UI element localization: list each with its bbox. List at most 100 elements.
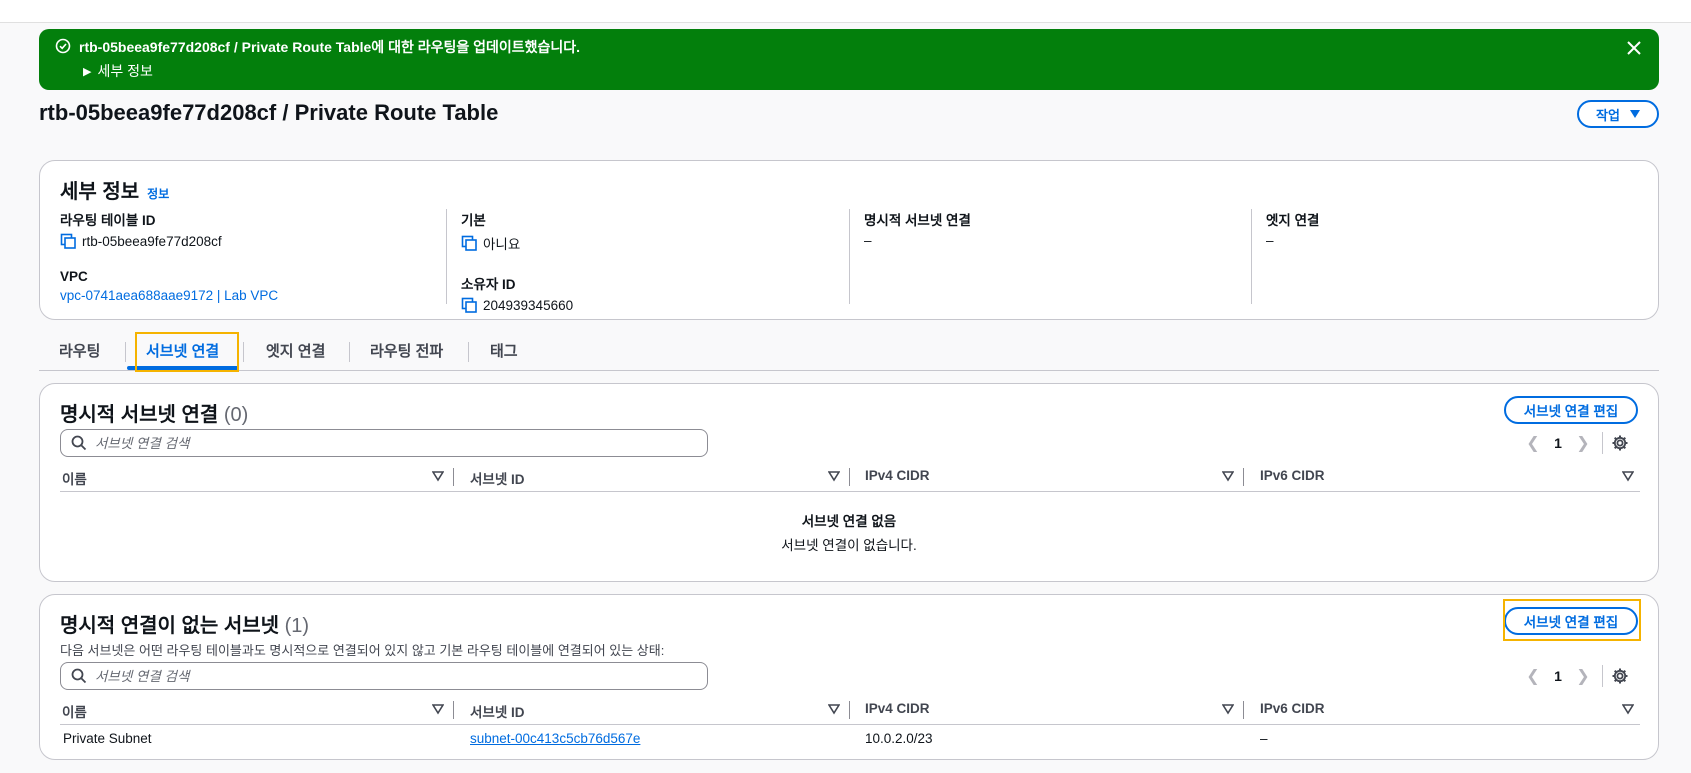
row-name: Private Subnet bbox=[63, 731, 152, 746]
main-label: 기본 bbox=[461, 213, 486, 228]
explicit-search-input[interactable] bbox=[95, 435, 675, 451]
implicit-search-box[interactable] bbox=[60, 662, 708, 690]
success-flashbar: rtb-05beea9fe77d208cf / Private Route Ta… bbox=[39, 29, 1659, 90]
route-table-id-value: rtb-05beea9fe77d208cf bbox=[82, 233, 222, 249]
col-ipv6-cidr: IPv6 CIDR bbox=[1260, 468, 1325, 483]
explicit-table-header: 이름 서브넷 ID IPv4 CIDR IPv6 CIDR bbox=[60, 464, 1640, 492]
edit-button-highlight-box bbox=[1503, 599, 1641, 641]
search-icon bbox=[71, 668, 87, 684]
sort-icon[interactable] bbox=[828, 703, 840, 715]
edge-assoc-value: – bbox=[1266, 233, 1274, 248]
details-col-4: 엣지 연결 – bbox=[1251, 209, 1641, 304]
copy-icon[interactable] bbox=[60, 233, 76, 249]
gear-icon[interactable] bbox=[1611, 667, 1629, 685]
edge-assoc-label: 엣지 연결 bbox=[1266, 213, 1320, 228]
tab-edge-associations[interactable]: 엣지 연결 bbox=[266, 340, 325, 361]
col-divider bbox=[1243, 468, 1244, 486]
sort-icon[interactable] bbox=[1622, 703, 1634, 715]
chevron-left-icon[interactable]: ❮ bbox=[1520, 432, 1546, 454]
tab-divider bbox=[125, 342, 126, 362]
flash-message: rtb-05beea9fe77d208cf / Private Route Ta… bbox=[79, 39, 581, 55]
vpc-label: VPC bbox=[60, 269, 88, 284]
flash-details-label: 세부 정보 bbox=[97, 63, 153, 79]
row-ipv6-cidr: – bbox=[1260, 731, 1268, 746]
chevron-left-icon[interactable]: ❮ bbox=[1520, 665, 1546, 687]
actions-label: 작업 bbox=[1596, 107, 1620, 123]
caret-right-icon: ▶ bbox=[83, 65, 92, 78]
col-subnet-id: 서브넷 ID bbox=[470, 705, 525, 720]
tab-divider bbox=[349, 342, 350, 362]
tab-divider bbox=[468, 342, 469, 362]
vpc-link[interactable]: vpc-0741aea688aae9172 | Lab VPC bbox=[60, 288, 278, 303]
explicit-search-box[interactable] bbox=[60, 429, 708, 457]
explicit-section-title-text: 명시적 서브넷 연결 bbox=[60, 404, 219, 426]
owner-value: 204939345660 bbox=[483, 297, 574, 313]
sort-icon[interactable] bbox=[432, 703, 444, 715]
row-subnet-id-link[interactable]: subnet-00c413c5cb76d567e bbox=[470, 731, 640, 746]
col-divider bbox=[453, 468, 454, 486]
implicit-search-input[interactable] bbox=[95, 668, 675, 684]
pager-divider bbox=[1602, 665, 1603, 687]
caret-down-icon bbox=[1629, 110, 1640, 118]
tab-tags[interactable]: 태그 bbox=[490, 340, 518, 361]
col-ipv4-cidr: IPv4 CIDR bbox=[865, 701, 930, 716]
page-title: rtb-05beea9fe77d208cf / Private Route Ta… bbox=[39, 100, 499, 125]
details-heading: 세부 정보 bbox=[60, 181, 140, 203]
copy-icon[interactable] bbox=[461, 297, 477, 313]
success-check-icon bbox=[55, 38, 71, 54]
top-bar bbox=[0, 0, 1691, 23]
tab-routes[interactable]: 라우팅 bbox=[59, 340, 100, 361]
explicit-section-title: 명시적 서브넷 연결 (0) bbox=[60, 398, 248, 427]
route-table-id-label: 라우팅 테이블 ID bbox=[60, 213, 156, 228]
col-divider bbox=[849, 468, 850, 486]
main-value: 아니요 bbox=[483, 237, 521, 252]
col-ipv6-cidr: IPv6 CIDR bbox=[1260, 701, 1325, 716]
sort-icon[interactable] bbox=[432, 470, 444, 482]
page-number[interactable]: 1 bbox=[1546, 668, 1570, 684]
sort-icon[interactable] bbox=[1222, 703, 1234, 715]
search-icon bbox=[71, 435, 87, 451]
explicit-assoc-label: 명시적 서브넷 연결 bbox=[864, 213, 971, 228]
col-subnet-id: 서브넷 ID bbox=[470, 472, 525, 487]
copy-icon[interactable] bbox=[461, 235, 477, 251]
gear-icon[interactable] bbox=[1611, 434, 1629, 452]
tab-highlight-box bbox=[135, 332, 239, 372]
details-col-2: 기본 아니요 소유자 ID 204939345660 bbox=[446, 209, 836, 313]
chevron-right-icon[interactable]: ❯ bbox=[1570, 432, 1596, 454]
implicit-pagination: ❮ 1 ❯ bbox=[1520, 665, 1629, 687]
pager-divider bbox=[1602, 432, 1603, 454]
sort-icon[interactable] bbox=[1622, 470, 1634, 482]
explicit-section-count: (0) bbox=[223, 404, 249, 426]
page-number[interactable]: 1 bbox=[1546, 435, 1570, 451]
explicit-associations-panel: 명시적 서브넷 연결 (0) 서브넷 연결 편집 ❮ 1 ❯ 이름 서브넷 ID… bbox=[39, 383, 1659, 582]
implicit-section-count: (1) bbox=[284, 615, 310, 637]
info-link[interactable]: 정보 bbox=[147, 185, 169, 202]
actions-button[interactable]: 작업 bbox=[1577, 100, 1659, 128]
empty-state-title: 서브넷 연결 없음 bbox=[801, 514, 897, 529]
chevron-right-icon[interactable]: ❯ bbox=[1570, 665, 1596, 687]
col-ipv4-cidr: IPv4 CIDR bbox=[865, 468, 930, 483]
implicit-subnets-panel: 명시적 연결이 없는 서브넷 (1) 다음 서브넷은 어떤 라우팅 테이블과도 … bbox=[39, 594, 1659, 760]
col-divider bbox=[1243, 701, 1244, 719]
empty-state-description: 서브넷 연결이 없습니다. bbox=[781, 538, 917, 553]
details-card: 세부 정보 정보 라우팅 테이블 ID rtb-05beea9fe77d208c… bbox=[39, 160, 1659, 320]
col-divider bbox=[849, 701, 850, 719]
details-col-3: 명시적 서브넷 연결 – bbox=[849, 209, 1239, 304]
col-name: 이름 bbox=[62, 705, 87, 720]
edit-subnet-associations-button[interactable]: 서브넷 연결 편집 bbox=[1504, 396, 1638, 424]
flash-details-toggle[interactable]: ▶ 세부 정보 bbox=[83, 61, 153, 81]
owner-label: 소유자 ID bbox=[461, 277, 516, 292]
implicit-section-title: 명시적 연결이 없는 서브넷 (1) bbox=[60, 609, 309, 638]
sort-icon[interactable] bbox=[1222, 470, 1234, 482]
col-name: 이름 bbox=[62, 472, 87, 487]
tab-divider bbox=[243, 342, 244, 362]
explicit-pagination: ❮ 1 ❯ bbox=[1520, 432, 1629, 454]
tab-bar: 라우팅 서브넷 연결 엣지 연결 라우팅 전파 태그 bbox=[39, 332, 1659, 371]
explicit-assoc-value: – bbox=[864, 233, 872, 248]
tab-route-propagation[interactable]: 라우팅 전파 bbox=[370, 340, 443, 361]
row-ipv4-cidr: 10.0.2.0/23 bbox=[865, 731, 933, 746]
close-icon[interactable] bbox=[1625, 39, 1643, 57]
implicit-section-title-text: 명시적 연결이 없는 서브넷 bbox=[60, 615, 280, 637]
sort-icon[interactable] bbox=[828, 470, 840, 482]
implicit-table-header: 이름 서브넷 ID IPv4 CIDR IPv6 CIDR bbox=[60, 697, 1640, 725]
